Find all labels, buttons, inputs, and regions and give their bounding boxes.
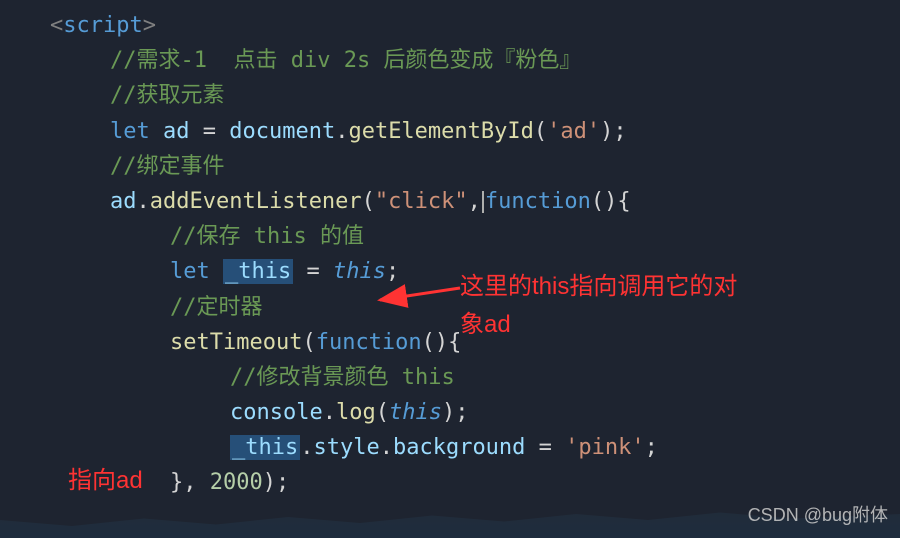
operator-eq: = <box>293 259 333 284</box>
prop-background: background <box>393 435 525 460</box>
code-line-8: let _this = this; <box>50 254 900 289</box>
watermark-text: CSDN @bug附体 <box>748 501 888 530</box>
text-cursor-icon <box>482 191 484 213</box>
comment-save-this: //保存 this 的值 <box>170 224 364 249</box>
comment-requirement: //需求-1 点击 div 2s 后颜色变成『粉色』 <box>110 48 581 73</box>
var-underscore-this: _this <box>230 435 300 460</box>
console-obj: console <box>230 400 323 425</box>
code-line-1: <script> <box>50 8 900 43</box>
string-click: "click" <box>375 189 468 214</box>
code-line-4: let ad = document.getElementById('ad'); <box>50 114 900 149</box>
prop-style: style <box>313 435 379 460</box>
paren-end: ); <box>263 470 290 495</box>
dot: . <box>323 400 336 425</box>
comment-timer: //定时器 <box>170 295 263 320</box>
var-underscore-this: _this <box>223 259 293 284</box>
dot: . <box>300 435 313 460</box>
code-line-7: //保存 this 的值 <box>50 219 900 254</box>
code-line-11: //修改背景颜色 this <box>50 360 900 395</box>
document-obj: document <box>229 119 335 144</box>
string-pink: 'pink' <box>565 435 644 460</box>
paren: ( <box>376 400 389 425</box>
dot: . <box>380 435 393 460</box>
fn-log: log <box>336 400 376 425</box>
keyword-let: let <box>170 259 210 284</box>
paren: ( <box>302 330 315 355</box>
tag-open: < <box>50 13 63 38</box>
semicolon: ; <box>645 435 658 460</box>
this-keyword: this <box>333 259 386 284</box>
code-line-12: console.log(this); <box>50 395 900 430</box>
comment-bind-event: //绑定事件 <box>110 154 225 179</box>
paren-brace: (){ <box>422 330 462 355</box>
paren-end: ); <box>600 119 627 144</box>
paren: ( <box>362 189 375 214</box>
code-line-10: setTimeout(function(){ <box>50 325 900 360</box>
comment-change-bg: //修改背景颜色 this <box>230 365 455 390</box>
code-line-14: }, 2000); <box>50 465 900 500</box>
code-line-3: //获取元素 <box>50 78 900 113</box>
keyword-function: function <box>316 330 422 355</box>
fn-getelementbyid: getElementById <box>348 119 533 144</box>
paren-brace: (){ <box>591 189 631 214</box>
fn-settimeout: setTimeout <box>170 330 302 355</box>
code-line-6: ad.addEventListener("click",function(){ <box>50 184 900 219</box>
number-2000: 2000 <box>210 470 263 495</box>
var-ad: ad <box>150 119 203 144</box>
operator-eq: = <box>203 119 230 144</box>
brace-close: }, <box>170 470 210 495</box>
paren: ( <box>534 119 547 144</box>
dot: . <box>335 119 348 144</box>
this-keyword: this <box>389 400 442 425</box>
keyword-let: let <box>110 119 150 144</box>
operator-eq: = <box>525 435 565 460</box>
code-line-13: _this.style.background = 'pink'; <box>50 430 900 465</box>
paren-end: ); <box>442 400 469 425</box>
code-line-5: //绑定事件 <box>50 149 900 184</box>
semicolon: ; <box>386 259 399 284</box>
fn-addeventlistener: addEventListener <box>150 189 362 214</box>
var-ad2: ad <box>110 189 137 214</box>
dot: . <box>137 189 150 214</box>
tag-close: > <box>143 13 156 38</box>
comment-get-element: //获取元素 <box>110 83 225 108</box>
space <box>210 259 223 284</box>
string-ad: 'ad' <box>547 119 600 144</box>
code-line-9: //定时器 <box>50 290 900 325</box>
script-tag: script <box>63 13 142 38</box>
code-line-2: //需求-1 点击 div 2s 后颜色变成『粉色』 <box>50 43 900 78</box>
comma: , <box>468 189 481 214</box>
keyword-function: function <box>485 189 591 214</box>
